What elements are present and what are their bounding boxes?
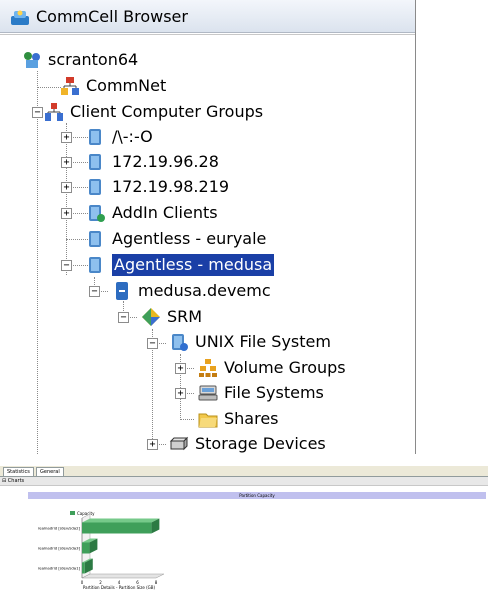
commcell-browser-panel: CommCell Browser − + + + + − − − − + + +… xyxy=(0,0,416,454)
tree-label: UNIX File System xyxy=(195,332,331,351)
expand-group-1[interactable]: + xyxy=(61,132,72,143)
expand-volume-groups[interactable]: + xyxy=(175,363,186,374)
addin-clients-icon xyxy=(89,205,105,222)
partition-capacity-chart: Capacity realnadrid [/dev/sda2] realnadrid… xyxy=(38,511,165,590)
tab-label: Statistics xyxy=(7,469,30,475)
commcell-tree[interactable]: − + + + + − − − − + + + scranton64 CommN… xyxy=(0,34,415,454)
expand-storage-devices[interactable]: + xyxy=(147,439,158,450)
category-label: realnadrid [/dev/sda1] xyxy=(38,566,81,571)
chart-floor xyxy=(81,573,165,579)
client-group-icon xyxy=(89,231,101,247)
browser-title: CommCell Browser xyxy=(36,7,188,26)
storage-devices-icon xyxy=(169,436,189,451)
tree-label: scranton64 xyxy=(48,50,139,69)
collapse-client-computer-groups[interactable]: − xyxy=(32,107,43,118)
section-title: Charts xyxy=(7,478,25,484)
volume-groups-icon xyxy=(199,359,217,377)
tree-label: Client Computer Groups xyxy=(70,102,264,121)
tab-general[interactable]: General xyxy=(36,467,64,476)
collapse-unix-file-system[interactable]: − xyxy=(147,338,158,349)
client-computer-icon xyxy=(116,282,128,300)
charts-section-header[interactable]: ⊟ Charts xyxy=(0,477,488,486)
client-group-icon xyxy=(89,129,101,145)
tree-label: Agentless - euryale xyxy=(112,229,267,248)
x-axis-label: Partition Details - Partition Size (GB) xyxy=(83,585,156,590)
file-systems-icon xyxy=(198,385,218,401)
client-groups-icon xyxy=(45,103,63,121)
tree-label: medusa.devemc xyxy=(138,281,271,300)
tree-label: Volume Groups xyxy=(224,358,346,377)
category-label: realnadrid [/dev/sda2] xyxy=(38,526,81,531)
collapse-srm[interactable]: − xyxy=(118,312,129,323)
expand-addin-clients[interactable]: + xyxy=(61,208,72,219)
collapse-medusa-devemc[interactable]: − xyxy=(89,286,100,297)
chart-title: Partition Capacity xyxy=(28,492,486,499)
tab-label: General xyxy=(40,469,60,475)
x-tick-label: 8 xyxy=(155,580,158,585)
browser-title-bar: CommCell Browser xyxy=(0,0,415,33)
client-group-icon xyxy=(89,154,101,170)
collapse-agentless-medusa[interactable]: − xyxy=(61,260,72,271)
server-icon xyxy=(24,52,40,68)
tree-label: SRM xyxy=(167,307,203,326)
tree-label: 172.19.96.28 xyxy=(112,152,219,171)
legend-swatch xyxy=(70,511,75,515)
tree-label: File Systems xyxy=(224,383,324,402)
client-group-icon xyxy=(89,179,101,195)
statistics-panel: Statistics General ⊟ Charts Partition Ca… xyxy=(0,466,488,603)
bar xyxy=(82,542,90,554)
bar-top xyxy=(82,518,160,523)
bar xyxy=(82,562,85,574)
tree-label: Agentless - medusa xyxy=(110,253,276,277)
tab-bar: Statistics General xyxy=(0,466,488,477)
srm-icon xyxy=(142,308,160,326)
tree-label: AddIn Clients xyxy=(112,203,218,222)
tab-statistics[interactable]: Statistics xyxy=(3,467,34,476)
shares-folder-icon xyxy=(198,413,218,428)
category-label: realnadrid [/dev/sda3] xyxy=(38,546,81,551)
expand-group-2[interactable]: + xyxy=(61,157,72,168)
tree-label: CommNet xyxy=(86,76,167,95)
tree-label: Shares xyxy=(224,409,279,428)
client-group-icon xyxy=(89,257,101,273)
tree-label: 172.19.98.219 xyxy=(112,177,230,196)
tree-label: Storage Devices xyxy=(195,434,326,453)
collapse-icon[interactable]: ⊟ xyxy=(2,478,6,484)
unix-filesystem-icon xyxy=(172,334,188,351)
expand-group-3[interactable]: + xyxy=(61,182,72,193)
tree-label: /\-:-O xyxy=(112,127,153,146)
bar xyxy=(82,522,152,534)
commnet-icon xyxy=(61,77,79,95)
legend-label: Capacity xyxy=(77,511,95,516)
expand-file-systems[interactable]: + xyxy=(175,388,186,399)
commcell-icon xyxy=(11,10,29,25)
